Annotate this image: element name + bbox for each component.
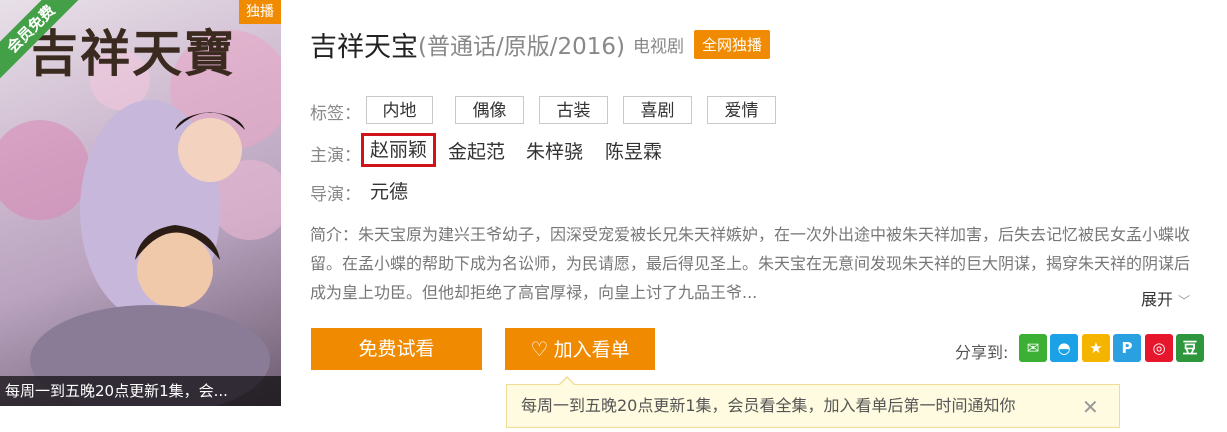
actor-link-chen-yulin[interactable]: 陈昱霖 [605, 137, 662, 164]
expand-link[interactable]: 展开 ﹀ [1141, 286, 1190, 310]
exclusive-badge: 独播 [239, 0, 281, 24]
director-link[interactable]: 元德 [370, 177, 408, 204]
expand-label: 展开 [1141, 290, 1174, 309]
wechat-icon[interactable]: ✉ [1019, 334, 1047, 362]
update-notice-text: 每周一到五晚20点更新1集，会员看全集，加入看单后第一时间通知你 [521, 396, 1016, 415]
title-version: (普通话/原版/2016) [418, 34, 625, 60]
title-row: 吉祥天宝 (普通话/原版/2016) 电视剧 全网独播 [310, 24, 770, 64]
tag-idol[interactable]: 偶像 [455, 96, 524, 124]
title-type: 电视剧 [632, 36, 684, 57]
chevron-down-icon: ﹀ [1178, 294, 1191, 308]
tag-comedy[interactable]: 喜剧 [623, 96, 692, 124]
share-label: 分享到: [955, 343, 1009, 362]
cast-label: 主演： [310, 146, 361, 166]
director-label: 导演： [310, 185, 361, 205]
heart-plus-icon: ♡ [530, 339, 549, 361]
poster-caption: 每周一到五晚20点更新1集，会... [0, 376, 281, 406]
tags-label: 标签： [310, 104, 361, 124]
douban-icon[interactable]: 豆 [1176, 334, 1204, 362]
poster[interactable]: 吉祥天寶 会员免费 独播 每周一到五晚20点更新1集，会... [0, 0, 281, 406]
network-exclusive-badge: 全网独播 [693, 29, 770, 59]
actor-link-zhu-zixiao[interactable]: 朱梓骁 [526, 137, 583, 164]
synopsis-text: 简介：朱天宝原为建兴王爷幼子，因深受宠爱被长兄朱天祥嫉妒，在一次外出途中被朱天祥… [310, 225, 1191, 302]
actor-link-zhao-liying[interactable]: 赵丽颖 [361, 133, 437, 167]
actor-link-jin-qifan[interactable]: 金起范 [448, 137, 505, 164]
qzone-icon[interactable]: ★ [1082, 334, 1110, 362]
add-to-watchlist-label: 加入看单 [553, 340, 630, 361]
free-trial-button[interactable]: 免费试看 [311, 328, 482, 370]
notice-arrow-inner [559, 378, 575, 386]
tag-costume[interactable]: 古装 [539, 96, 608, 124]
tencent-weibo-icon[interactable]: P [1113, 334, 1141, 362]
update-notice: 每周一到五晚20点更新1集，会员看全集，加入看单后第一时间通知你 [506, 384, 1120, 428]
page-title: 吉祥天宝 [310, 31, 418, 63]
add-to-watchlist-button[interactable]: ♡ 加入看单 [505, 328, 655, 370]
qq-icon[interactable]: ◓ [1050, 334, 1078, 362]
poster-title-art: 吉祥天寶 [28, 24, 236, 83]
close-icon[interactable]: ✕ [1082, 397, 1099, 417]
sina-weibo-icon[interactable]: ◎ [1145, 334, 1173, 362]
tag-mainland[interactable]: 内地 [366, 96, 433, 124]
tag-romance[interactable]: 爱情 [707, 96, 776, 124]
